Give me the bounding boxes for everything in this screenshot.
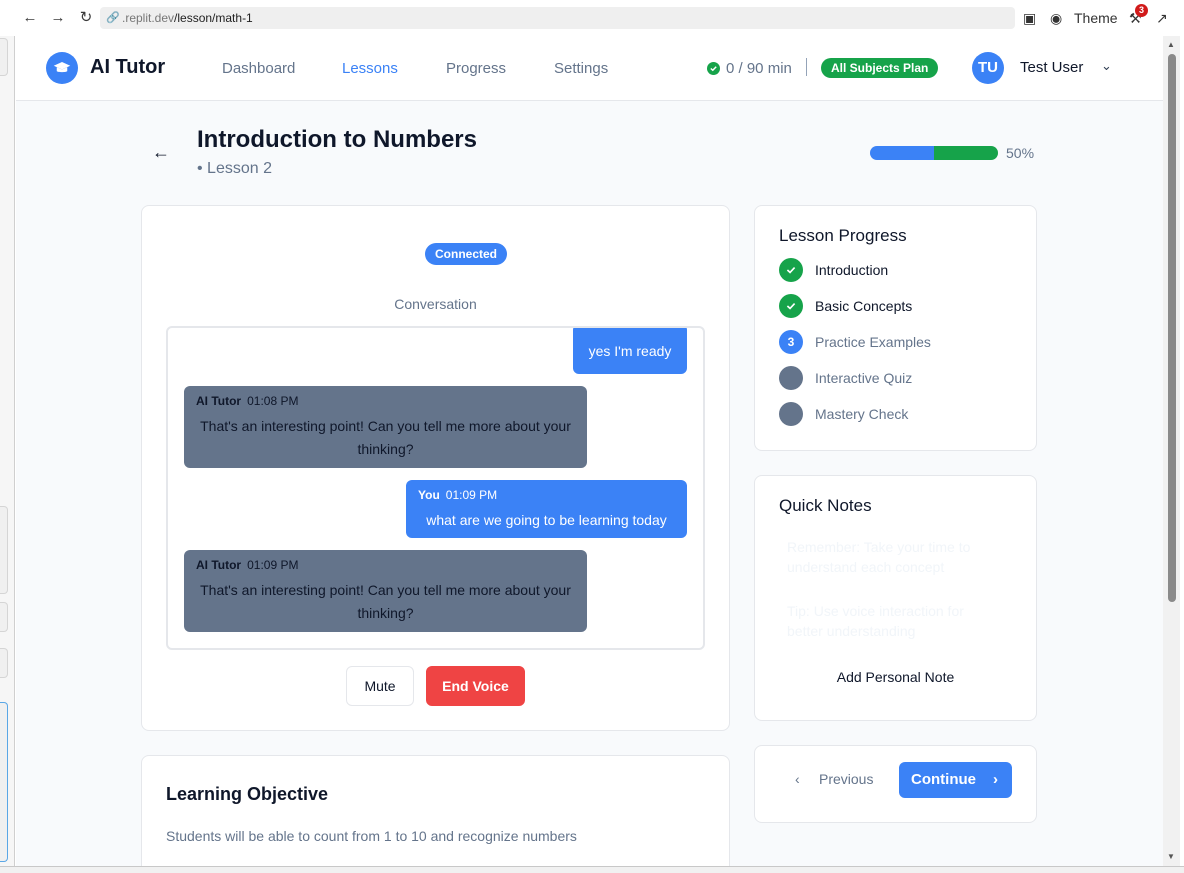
continue-label: Continue: [911, 771, 976, 788]
scroll-up-arrow-icon[interactable]: ▲: [1167, 40, 1175, 49]
step-label: Practice Examples: [815, 334, 931, 350]
address-bar[interactable]: 🔗 .replit.dev/lesson/math-1: [100, 7, 1015, 29]
message-author: You: [418, 488, 440, 502]
rail-tab[interactable]: [0, 602, 8, 632]
browser-toolbar: ← → ↻ 🔗 .replit.dev/lesson/math-1 ▣ ◉ Th…: [0, 0, 1184, 36]
step-basic-concepts[interactable]: Basic Concepts: [779, 293, 912, 319]
chevron-down-icon[interactable]: ⌄: [1101, 58, 1112, 74]
note-item: Tip: Use voice interaction for better un…: [787, 603, 964, 639]
usage-text: 0 / 90 min: [726, 60, 792, 77]
lesson-progress-title: Lesson Progress: [779, 226, 907, 245]
step-number-badge: 3: [779, 330, 803, 354]
step-mastery-check[interactable]: Mastery Check: [779, 401, 908, 427]
quick-notes-card: Quick Notes Remember: Take your time to …: [754, 475, 1037, 721]
message-author: AI Tutor: [196, 394, 242, 408]
link-icon: 🔗: [106, 12, 120, 24]
step-practice-examples[interactable]: 3 Practice Examples: [779, 329, 931, 355]
brand-name[interactable]: AI Tutor: [90, 56, 165, 79]
progress-fill-green: [934, 146, 998, 160]
nav-dashboard[interactable]: Dashboard: [222, 60, 295, 77]
scroll-down-arrow-icon[interactable]: ▼: [1167, 852, 1175, 861]
back-arrow-icon[interactable]: ←: [20, 8, 40, 28]
reload-icon[interactable]: ↻: [76, 8, 96, 28]
scroll-thumb[interactable]: [1168, 54, 1176, 602]
palette-icon[interactable]: ◉: [1050, 8, 1062, 28]
lesson-number: • Lesson 2: [197, 160, 272, 177]
objective-title: Learning Objective: [166, 784, 329, 804]
step-label: Interactive Quiz: [815, 370, 913, 386]
chat-message-user: yes I'm ready: [573, 328, 687, 374]
top-navbar: AI Tutor Dashboard Lessons Progress Sett…: [16, 36, 1163, 101]
step-pending-dot: [779, 366, 803, 390]
chat-log[interactable]: yes I'm ready AI Tutor 01:08 PM That's an…: [166, 326, 705, 650]
app-viewport: AI Tutor Dashboard Lessons Progress Sett…: [16, 36, 1163, 866]
theme-label[interactable]: Theme: [1074, 8, 1118, 28]
step-label: Basic Concepts: [815, 298, 913, 314]
chat-message-tutor: AI Tutor 01:08 PM That's an interesting p…: [184, 386, 587, 468]
divider: [806, 58, 807, 76]
rail-tab[interactable]: [0, 648, 8, 678]
progress-fill-blue: [870, 146, 934, 160]
learning-objective-card: Learning Objective Students will be able…: [141, 755, 730, 866]
check-circle-icon: [779, 258, 803, 282]
check-circle-icon: [779, 294, 803, 318]
message-author: AI Tutor: [196, 558, 242, 572]
scrollbar[interactable]: ▲ ▼: [1163, 36, 1180, 866]
left-side-rail: [0, 36, 15, 866]
page-title: Introduction to Numbers: [197, 126, 477, 153]
nav-settings[interactable]: Settings: [554, 60, 608, 77]
mute-button[interactable]: Mute: [346, 666, 414, 706]
quick-notes-title: Quick Notes: [779, 496, 872, 515]
usage-indicator: 0 / 90 min: [707, 60, 792, 77]
previous-button[interactable]: Previous: [819, 771, 873, 787]
back-arrow-icon[interactable]: ←: [152, 142, 170, 163]
url-path: /lesson/math-1: [174, 11, 253, 25]
step-introduction[interactable]: Introduction: [779, 257, 888, 283]
message-text: what are we going to be learning today: [426, 512, 667, 528]
rail-tab[interactable]: [0, 506, 8, 594]
devices-icon[interactable]: ▣: [1023, 8, 1036, 28]
chat-message-user: You 01:09 PM what are we going to be lear…: [406, 480, 687, 538]
message-text: That's an interesting point! Can you tel…: [200, 418, 571, 457]
conversation-card: Connected Conversation yes I'm ready AI …: [141, 205, 730, 731]
note-item: Remember: Take your time to understand e…: [787, 539, 971, 575]
open-external-icon[interactable]: ↗: [1156, 8, 1168, 28]
lesson-progress-card: Lesson Progress Introduction Basic Conce…: [754, 205, 1037, 451]
avatar[interactable]: TU: [972, 52, 1004, 84]
objective-text: Students will be able to count from 1 to…: [166, 828, 577, 844]
message-time: 01:08 PM: [247, 394, 299, 408]
add-personal-note-button[interactable]: Add Personal Note: [755, 669, 1036, 685]
window-bottom-edge: [0, 866, 1184, 873]
chat-message-tutor: AI Tutor 01:09 PM That's an interesting p…: [184, 550, 587, 632]
step-interactive-quiz[interactable]: Interactive Quiz: [779, 365, 912, 391]
step-label: Introduction: [815, 262, 889, 278]
message-text: yes I'm ready: [588, 343, 672, 359]
pager-card: ‹ Previous Continue ›: [754, 745, 1037, 823]
user-name[interactable]: Test User: [1020, 59, 1083, 76]
notification-badge: 3: [1135, 4, 1148, 17]
plan-badge: All Subjects Plan: [821, 58, 939, 78]
step-label: Mastery Check: [815, 406, 909, 422]
end-voice-button[interactable]: End Voice: [426, 666, 525, 706]
continue-button[interactable]: Continue ›: [899, 762, 1012, 798]
status-badge: Connected: [425, 243, 508, 265]
message-time: 01:09 PM: [445, 488, 498, 502]
rail-tab[interactable]: [0, 38, 8, 76]
nav-progress[interactable]: Progress: [446, 60, 506, 77]
conversation-label: Conversation: [394, 296, 477, 312]
message-time: 01:09 PM: [247, 558, 299, 572]
nav-lessons[interactable]: Lessons: [342, 60, 398, 77]
progress-percent: 50%: [1006, 145, 1035, 161]
forward-arrow-icon[interactable]: →: [48, 8, 68, 28]
message-text: That's an interesting point! Can you tel…: [200, 582, 571, 621]
rail-tab[interactable]: [0, 702, 8, 862]
url-host: .replit.dev: [122, 11, 175, 25]
step-pending-dot: [779, 402, 803, 426]
lesson-progress-bar: [870, 146, 998, 160]
graduation-cap-icon[interactable]: [46, 52, 78, 84]
check-circle-icon: [707, 62, 720, 75]
chevron-right-icon: ›: [993, 771, 998, 788]
chevron-left-icon[interactable]: ‹: [795, 771, 800, 787]
